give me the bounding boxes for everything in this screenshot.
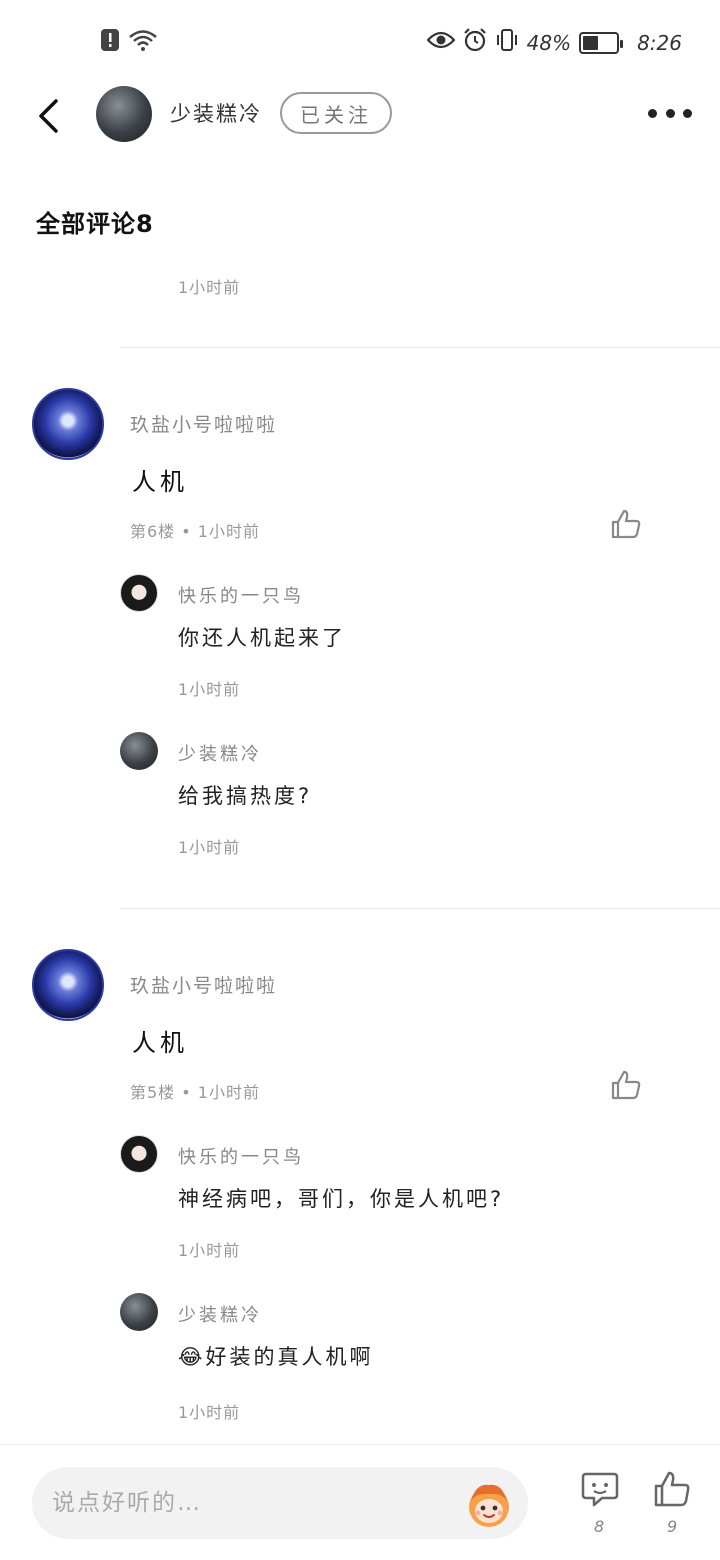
previous-reply-time: 1小时前 xyxy=(178,278,241,297)
reply-item: 快乐的一只鸟 神经病吧，哥们，你是人机吧? 1小时前 xyxy=(120,1135,720,1275)
comment-item: 玖盐小号啦啦啦 人机 第5楼 • 1小时前 快乐的一只鸟 神经病吧，哥们，你是人… xyxy=(0,949,720,1429)
battery-level xyxy=(583,35,599,50)
comment-like-button[interactable] xyxy=(610,1069,646,1105)
author-name[interactable]: 少装糕冷 xyxy=(170,98,262,128)
vibrate-icon xyxy=(495,28,519,57)
reply-time: 1小时前 xyxy=(178,838,241,857)
replier-avatar[interactable] xyxy=(120,732,158,770)
comment-count: 8 xyxy=(594,1517,605,1536)
more-dots-icon xyxy=(648,108,657,118)
replier-name[interactable]: 少装糕冷 xyxy=(178,740,262,766)
reply-time: 1小时前 xyxy=(178,680,241,699)
commenter-name[interactable]: 玖盐小号啦啦啦 xyxy=(130,410,277,437)
comment-input[interactable] xyxy=(52,1481,452,1525)
alarm-icon xyxy=(463,28,487,57)
reply-time: 1小时前 xyxy=(178,1403,241,1422)
replier-avatar[interactable] xyxy=(120,574,158,612)
commenter-name[interactable]: 玖盐小号啦啦啦 xyxy=(130,971,277,998)
emoji-sticker-icon xyxy=(469,1484,509,1527)
emoji-button[interactable] xyxy=(462,1477,516,1531)
comment-item: 玖盐小号啦啦啦 人机 第6楼 • 1小时前 快乐的一只鸟 你还人机起来了 1小时… xyxy=(0,388,720,888)
follow-button[interactable]: 已关注 xyxy=(280,92,392,134)
replier-avatar[interactable] xyxy=(120,1293,158,1331)
more-dot xyxy=(683,108,692,118)
wifi-icon xyxy=(128,28,158,56)
replier-name[interactable]: 少装糕冷 xyxy=(178,1301,262,1327)
reply-item: 少装糕冷 给我搞热度? 1小时前 xyxy=(120,732,720,872)
comment-meta: 第5楼 • 1小时前 xyxy=(130,1083,260,1102)
comment-input-container[interactable] xyxy=(32,1467,528,1539)
back-button[interactable] xyxy=(28,94,68,138)
status-time: 8:26 xyxy=(637,30,682,55)
reply-text[interactable]: 你还人机起来了 xyxy=(178,622,346,652)
more-dot xyxy=(665,108,675,118)
thumbs-up-icon xyxy=(654,1471,690,1507)
battery-percent: 48% xyxy=(526,30,572,55)
reply-text[interactable]: 😂好装的真人机啊 xyxy=(178,1341,374,1371)
comment-text[interactable]: 人机 xyxy=(132,462,188,497)
like-post-button[interactable] xyxy=(652,1469,692,1509)
comment-meta: 第6楼 • 1小时前 xyxy=(130,522,260,541)
divider xyxy=(120,347,720,348)
thumbs-up-icon xyxy=(611,509,641,539)
post-header: 少装糕冷 已关注 xyxy=(0,80,720,150)
replier-name[interactable]: 快乐的一只鸟 xyxy=(178,1143,304,1169)
reply-time: 1小时前 xyxy=(178,1241,241,1260)
reply-item: 快乐的一只鸟 你还人机起来了 1小时前 xyxy=(120,574,720,714)
more-options-button[interactable] xyxy=(648,98,692,128)
reply-text[interactable]: 给我搞热度? xyxy=(178,780,312,810)
replier-avatar[interactable] xyxy=(120,1135,158,1173)
reply-text[interactable]: 神经病吧，哥们，你是人机吧? xyxy=(178,1183,504,1213)
status-bar: 48% 8:26 xyxy=(0,0,720,80)
thumbs-up-icon xyxy=(611,1070,641,1100)
eye-icon xyxy=(426,30,456,55)
divider xyxy=(120,908,720,909)
replier-name[interactable]: 快乐的一只鸟 xyxy=(178,582,304,608)
like-count: 9 xyxy=(667,1517,678,1536)
comment-text[interactable]: 人机 xyxy=(132,1023,188,1058)
commenter-avatar[interactable] xyxy=(32,949,104,1021)
battery-icon xyxy=(579,31,624,54)
author-avatar[interactable] xyxy=(96,86,152,142)
commenter-avatar[interactable] xyxy=(32,388,104,460)
comments-section-title: 全部评论8 xyxy=(36,210,154,238)
bottom-comment-bar: 8 9 xyxy=(0,1444,720,1560)
comments-button[interactable] xyxy=(580,1469,620,1509)
comment-like-button[interactable] xyxy=(610,508,646,544)
reply-item: 少装糕冷 😂好装的真人机啊 1小时前 xyxy=(120,1293,720,1433)
chevron-left-icon xyxy=(39,99,58,133)
comment-bubble-icon xyxy=(581,1472,619,1507)
alert-sim-icon xyxy=(100,28,120,56)
